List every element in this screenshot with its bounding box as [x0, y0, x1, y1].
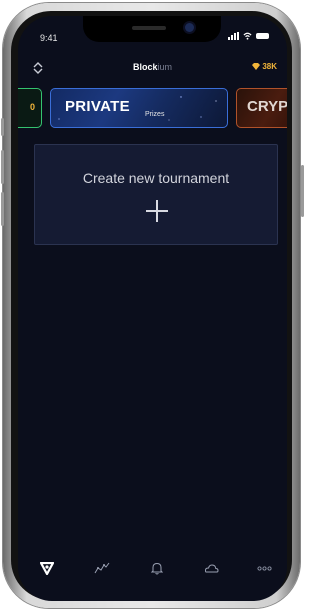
- signal-icon: [228, 32, 239, 40]
- wifi-icon: [243, 32, 252, 40]
- tab-home[interactable]: [35, 557, 59, 579]
- bell-icon: [151, 562, 163, 574]
- app-screen: 9:41 Blockium 38K 0 PRIVATE Prizes CRYP …: [18, 16, 287, 601]
- mute-switch: [1, 118, 4, 136]
- volume-down-button: [1, 192, 4, 226]
- chart-line-icon: [94, 562, 110, 574]
- status-time: 9:41: [40, 33, 58, 43]
- balance-value: 38K: [262, 62, 277, 71]
- power-button: [301, 165, 304, 217]
- front-camera: [185, 23, 194, 32]
- status-icons: [228, 32, 269, 40]
- app-title: Blockium: [18, 62, 287, 72]
- app-title-light: ium: [157, 62, 173, 72]
- volume-up-button: [1, 150, 4, 184]
- tournament-card-next[interactable]: CRYP: [236, 88, 287, 128]
- plus-icon: [146, 200, 168, 222]
- create-tournament-button[interactable]: Create new tournament: [34, 144, 278, 245]
- cloud-icon: [204, 564, 219, 573]
- tournament-card-next-title: CRYP: [247, 98, 287, 115]
- tab-notifications[interactable]: [145, 557, 169, 579]
- app-title-bold: Block: [132, 62, 158, 72]
- tournament-carousel[interactable]: 0 PRIVATE Prizes CRYP: [18, 88, 287, 128]
- speaker: [132, 26, 166, 30]
- balance-badge[interactable]: 38K: [252, 62, 277, 71]
- tournament-card-subtitle: Prizes: [145, 111, 165, 118]
- more-dots-icon: [256, 565, 271, 571]
- tournament-card-prev[interactable]: 0: [18, 88, 42, 128]
- app-header: Blockium 38K: [18, 58, 287, 78]
- gem-coin-icon: [252, 63, 261, 70]
- tab-stats[interactable]: [90, 557, 114, 579]
- home-logo-icon: [40, 561, 54, 575]
- tab-cloud[interactable]: [199, 557, 223, 579]
- bottom-tab-bar: [18, 557, 287, 583]
- tournament-card-private[interactable]: PRIVATE Prizes: [50, 88, 228, 128]
- create-tournament-label: Create new tournament: [82, 170, 230, 186]
- tab-more[interactable]: [252, 557, 276, 579]
- tournament-card-title: PRIVATE: [65, 98, 130, 115]
- notch: [83, 16, 221, 42]
- tournament-card-prev-label: 0: [29, 102, 35, 112]
- battery-icon: [256, 33, 269, 39]
